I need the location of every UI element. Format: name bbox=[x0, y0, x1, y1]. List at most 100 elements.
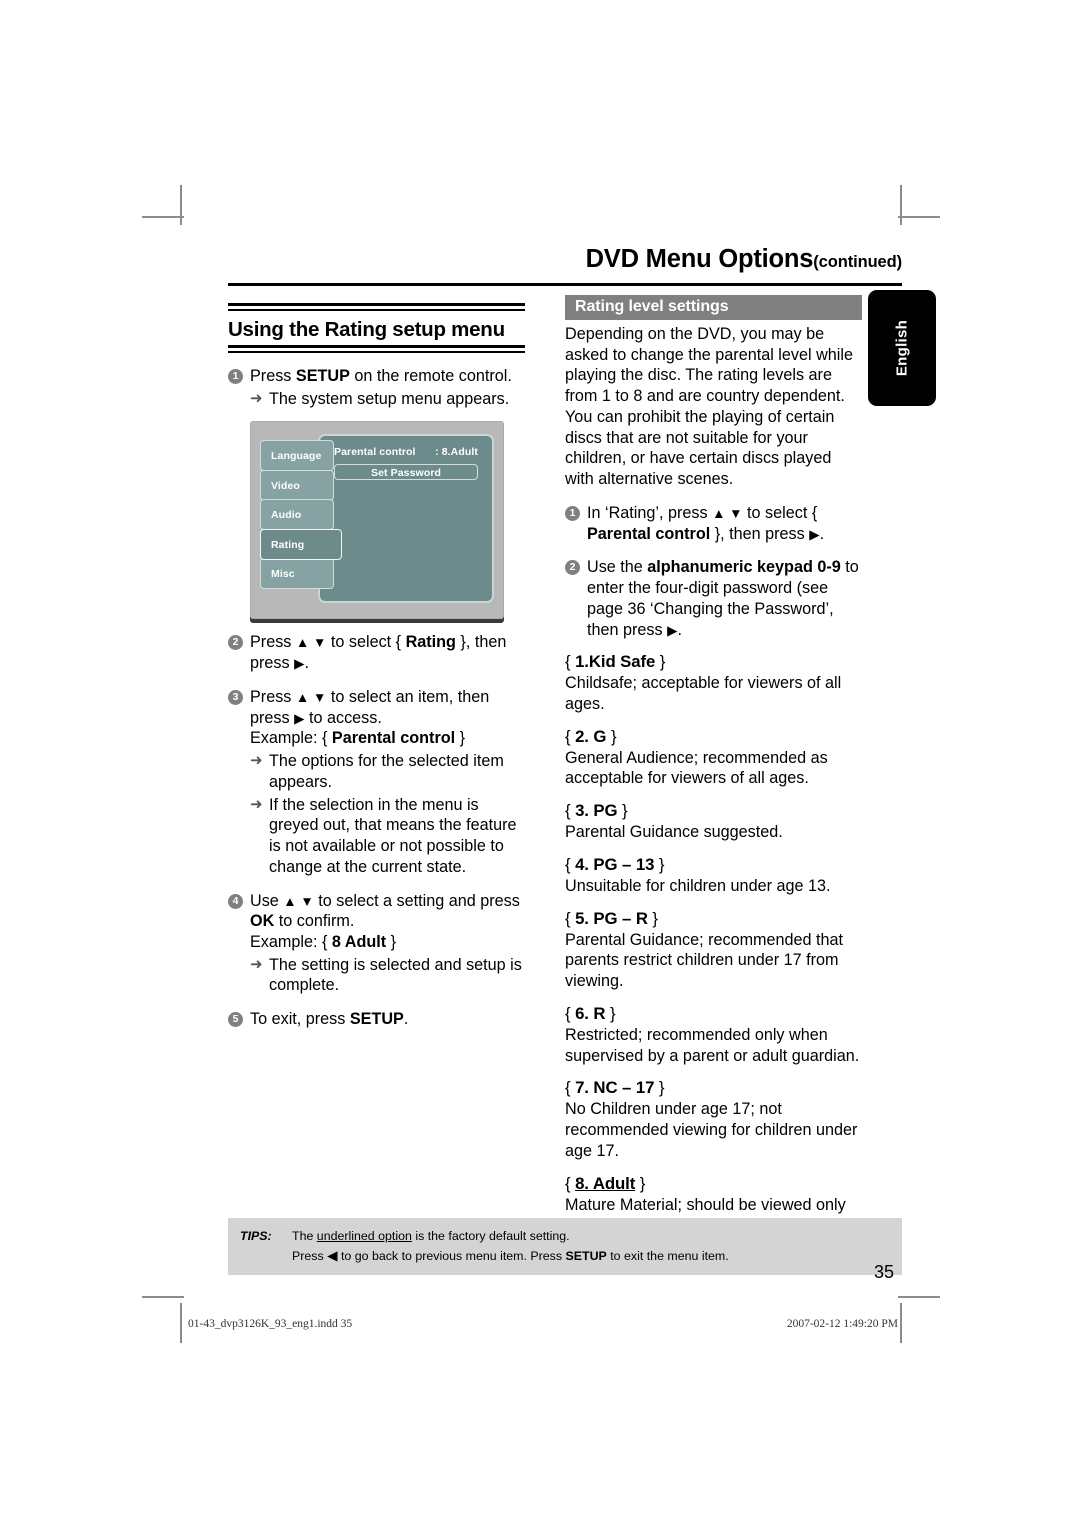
tips-label: TIPS: bbox=[240, 1229, 272, 1243]
procedure-step: 2 Use the alphanumeric keypad 0-9 to ent… bbox=[565, 557, 862, 640]
rating-level-item: { 1.Kid Safe } Childsafe; acceptable for… bbox=[565, 652, 862, 714]
procedure-step: 3 Press ▲ ▼ to select an item, then pres… bbox=[228, 687, 525, 878]
section-rule-bottom bbox=[228, 345, 525, 353]
tips-line-2: Press ◀ to go back to previous menu item… bbox=[292, 1247, 729, 1263]
osd-parental-control-label: Parental control bbox=[334, 446, 416, 459]
step-result: ➜ The setting is selected and setup is c… bbox=[250, 955, 525, 996]
step-result: ➜ If the selection in the menu is greyed… bbox=[250, 795, 525, 878]
language-tab: English bbox=[868, 290, 936, 406]
step-body: To exit, press SETUP. bbox=[250, 1009, 525, 1030]
running-head: DVD Menu Options(continued) bbox=[585, 245, 903, 274]
rating-level-item: { 6. R } Restricted; recommended only wh… bbox=[565, 1004, 862, 1066]
osd-tab-misc[interactable]: Misc bbox=[260, 558, 334, 590]
rating-level-intro: Depending on the DVD, you may be asked t… bbox=[565, 325, 853, 489]
tips-label-spacer bbox=[240, 1246, 292, 1266]
step-number: 5 bbox=[228, 1012, 243, 1028]
rating-level-term: { 3. PG } bbox=[565, 801, 628, 821]
step-number: 2 bbox=[565, 560, 580, 576]
osd-tab-video[interactable]: Video bbox=[260, 469, 334, 501]
tips-box: TIPS: The underlined option is the facto… bbox=[228, 1218, 902, 1275]
section-rule-top bbox=[228, 303, 525, 311]
rating-level-item: { 7. NC – 17 } No Children under age 17;… bbox=[565, 1078, 862, 1161]
step-text: Press ▲ ▼ to select an item, then press … bbox=[250, 687, 490, 748]
rating-level-description: Parental Guidance; recommended that pare… bbox=[565, 930, 844, 991]
osd-parental-control-value: : 8.Adult bbox=[435, 446, 478, 459]
imprint-timestamp: 2007-02-12 1:49:20 PM bbox=[786, 1318, 898, 1330]
page-number: 35 bbox=[873, 1262, 894, 1282]
section-title: Using the Rating setup menu bbox=[228, 318, 505, 341]
procedure-step: 5 To exit, press SETUP. bbox=[228, 1009, 525, 1030]
crop-mark-top-right-horizontal bbox=[898, 216, 940, 218]
step-text: Use ▲ ▼ to select a setting and press OK… bbox=[250, 891, 520, 952]
procedure-step: 2 Press ▲ ▼ to select { Rating }, then p… bbox=[228, 632, 525, 673]
osd-tab-list: Language Video Audio Rating Misc bbox=[260, 440, 342, 590]
arrow-right-icon: ➜ bbox=[250, 752, 263, 770]
step-body: Press ▲ ▼ to select { Rating }, then pre… bbox=[250, 632, 525, 673]
running-head-rule bbox=[228, 283, 902, 286]
osd-set-password-button[interactable]: Set Password bbox=[334, 464, 478, 481]
step-body: Use the alphanumeric keypad 0-9 to enter… bbox=[587, 558, 859, 639]
rating-level-description: Parental Guidance suggested. bbox=[565, 823, 783, 842]
step-result-text: If the selection in the menu is greyed o… bbox=[269, 795, 517, 876]
rating-level-description: Restricted; recommended only when superv… bbox=[565, 1025, 860, 1065]
running-head-title: DVD Menu Options bbox=[585, 245, 814, 273]
step-text: To exit, press SETUP. bbox=[250, 1010, 409, 1029]
step-number: 2 bbox=[228, 635, 243, 651]
rating-level-term: { 6. R } bbox=[565, 1003, 616, 1023]
rating-level-description: Childsafe; acceptable for viewers of all… bbox=[565, 674, 842, 714]
arrow-right-icon: ➜ bbox=[250, 389, 263, 407]
tips-line: TIPS: The underlined option is the facto… bbox=[228, 1227, 902, 1246]
step-text: Press ▲ ▼ to select { Rating }, then pre… bbox=[250, 633, 507, 673]
rating-level-term: { 2. G } bbox=[565, 726, 617, 746]
right-column: Rating level settings Depending on the D… bbox=[565, 295, 862, 1257]
tips-line-1: The underlined option is the factory def… bbox=[292, 1229, 570, 1243]
step-body: Press SETUP on the remote control. ➜ The… bbox=[250, 366, 525, 409]
crop-mark-bottom-right-horizontal bbox=[898, 1296, 940, 1298]
step-body: In ‘Rating’, press ▲ ▼ to select { Paren… bbox=[587, 503, 825, 543]
osd-tab-audio[interactable]: Audio bbox=[260, 499, 334, 531]
step-number: 1 bbox=[565, 505, 580, 521]
rating-level-description: No Children under age 17; not recommende… bbox=[565, 1100, 858, 1160]
language-tab-label: English bbox=[893, 319, 911, 377]
osd-tab-language[interactable]: Language bbox=[260, 440, 334, 472]
rating-level-item: { 3. PG } Parental Guidance suggested. bbox=[565, 801, 862, 843]
osd-content-panel: Parental control : 8.Adult Set Password bbox=[318, 434, 494, 604]
arrow-right-icon: ➜ bbox=[250, 795, 263, 813]
page-body: DVD Menu Options(continued) English Usin… bbox=[180, 185, 936, 1303]
step-result-text: The setting is selected and setup is com… bbox=[269, 955, 522, 995]
step-result-text: The options for the selected item appear… bbox=[269, 752, 504, 791]
step-number: 3 bbox=[228, 689, 243, 705]
procedure-step: 1 In ‘Rating’, press ▲ ▼ to select { Par… bbox=[565, 503, 862, 544]
crop-mark-top-left-horizontal bbox=[142, 216, 184, 218]
running-head-suffix: (continued) bbox=[813, 253, 902, 271]
imprint-filename: 01-43_dvp3126K_93_eng1.indd 35 bbox=[188, 1318, 353, 1330]
rating-level-description: Unsuitable for children under age 13. bbox=[565, 876, 831, 895]
osd-tab-rating[interactable]: Rating bbox=[260, 528, 342, 560]
step-body: Use ▲ ▼ to select a setting and press OK… bbox=[250, 891, 525, 997]
procedure-step: 4 Use ▲ ▼ to select a setting and press … bbox=[228, 891, 525, 997]
step-result-text: The system setup menu appears. bbox=[269, 389, 510, 408]
rating-level-item: { 2. G } General Audience; recommended a… bbox=[565, 727, 862, 789]
step-text: Press SETUP on the remote control. bbox=[250, 367, 512, 385]
rating-level-term: { 4. PG – 13 } bbox=[565, 854, 665, 874]
left-column: Using the Rating setup menu 1 Press SETU… bbox=[228, 303, 525, 1030]
step-body: Press ▲ ▼ to select an item, then press … bbox=[250, 687, 525, 878]
step-result: ➜ The options for the selected item appe… bbox=[250, 751, 525, 792]
arrow-right-icon: ➜ bbox=[250, 955, 263, 973]
osd-setup-menu-screenshot: Parental control : 8.Adult Set Password … bbox=[250, 421, 504, 620]
imprint-footer: 01-43_dvp3126K_93_eng1.indd 35 2007-02-1… bbox=[180, 1318, 902, 1330]
rating-level-term: { 7. NC – 17 } bbox=[565, 1078, 665, 1098]
procedure-step: 1 Press SETUP on the remote control. ➜ T… bbox=[228, 366, 525, 409]
step-number: 4 bbox=[228, 893, 243, 909]
rating-level-term: { 1.Kid Safe } bbox=[565, 652, 666, 672]
rating-level-item: { 4. PG – 13 } Unsuitable for children u… bbox=[565, 855, 862, 897]
crop-mark-bottom-left-horizontal bbox=[142, 1296, 184, 1298]
osd-parental-control-row: Parental control : 8.Adult bbox=[334, 446, 478, 458]
rating-level-term: { 8. Adult } bbox=[565, 1173, 646, 1193]
step-result: ➜ The system setup menu appears. bbox=[250, 389, 525, 410]
rating-level-description: General Audience; recommended as accepta… bbox=[565, 748, 828, 788]
rating-level-item: { 5. PG – R } Parental Guidance; recomme… bbox=[565, 909, 862, 992]
step-number: 1 bbox=[228, 369, 243, 384]
rating-level-term: { 5. PG – R } bbox=[565, 908, 658, 928]
rating-level-settings-heading: Rating level settings bbox=[565, 295, 862, 320]
